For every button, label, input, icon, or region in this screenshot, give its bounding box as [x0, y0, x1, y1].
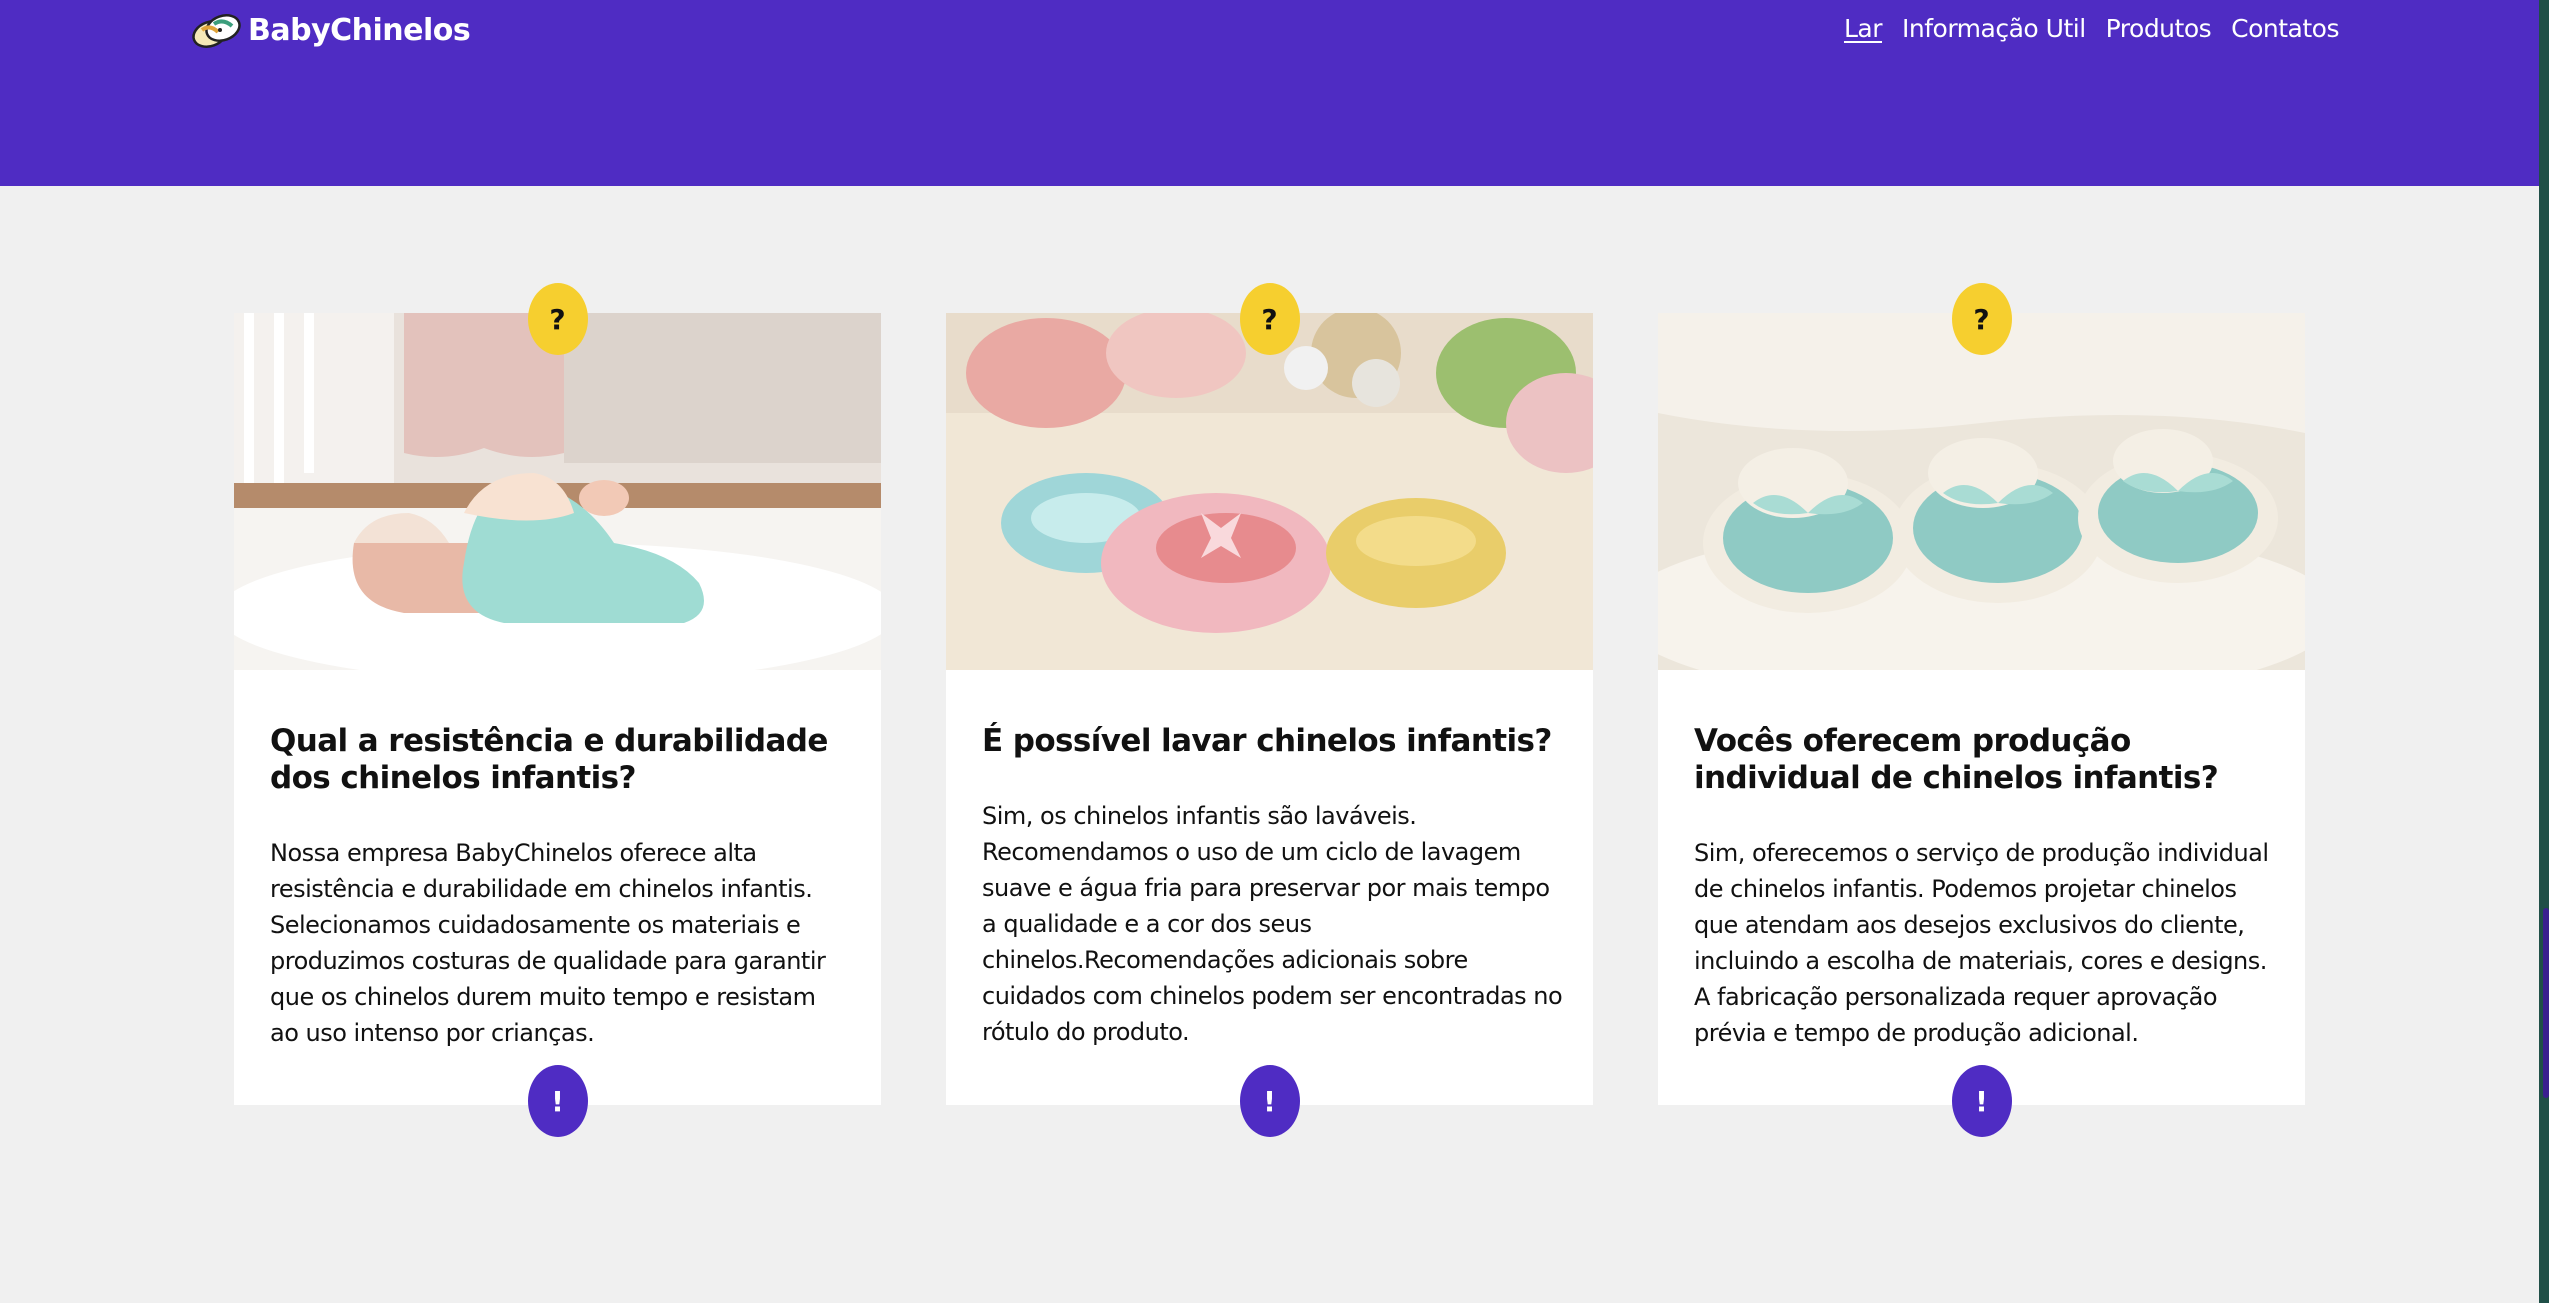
card-body: Nossa empresa BabyChinelos oferece alta …	[270, 839, 826, 1047]
knitted-teal-booties-image	[1658, 313, 2305, 670]
faq-card-custom-production: ? Vocês oferecem produção individual de …	[1658, 283, 2305, 1137]
brand-logo-link[interactable]: BabyChinelos	[190, 8, 471, 52]
nav-item-lar[interactable]: Lar	[1844, 14, 1883, 43]
card-body: Sim, oferecemos o serviço de produção in…	[1694, 839, 2269, 1047]
brand-name: BabyChinelos	[248, 12, 471, 48]
question-badge: ?	[1239, 283, 1300, 355]
card-title: É possível lavar chinelos infantis?	[982, 723, 1552, 759]
main-nav: Lar Informação Util Produtos Contatos	[1844, 14, 2340, 43]
nav-item-contatos[interactable]: Contatos	[2231, 14, 2339, 43]
scrollbar-thumb[interactable]	[2543, 908, 2549, 1098]
exclamation-button[interactable]: !	[1239, 1065, 1300, 1137]
site-header: BabyChinelos Lar Informação Util Produto…	[0, 0, 2539, 186]
faq-card-durability: ? Qual a resistência e durabilidade dos …	[234, 283, 881, 1137]
card-title: Qual a resistência e durabilidade dos ch…	[270, 723, 828, 796]
slippers-logo-icon	[192, 14, 241, 48]
question-badge: ?	[1951, 283, 2012, 355]
nav-item-informacao-util[interactable]: Informação Util	[1902, 14, 2086, 43]
scrollbar-track[interactable]	[2539, 0, 2549, 1303]
card-body: Sim, os chinelos infantis são laváveis. …	[982, 802, 1563, 1046]
card-title: Vocês oferecem produção individual de ch…	[1694, 723, 2219, 796]
exclamation-button[interactable]: !	[1951, 1065, 2012, 1137]
crochet-baby-shoes-image	[946, 313, 1593, 670]
exclamation-button[interactable]: !	[527, 1065, 588, 1137]
faq-card-washing: ? É possível lavar chinelos infantis? Si…	[946, 283, 1593, 1137]
nav-item-produtos[interactable]: Produtos	[2106, 14, 2212, 43]
question-badge: ?	[527, 283, 588, 355]
teal-pink-slippers-on-rug-image	[234, 313, 881, 670]
